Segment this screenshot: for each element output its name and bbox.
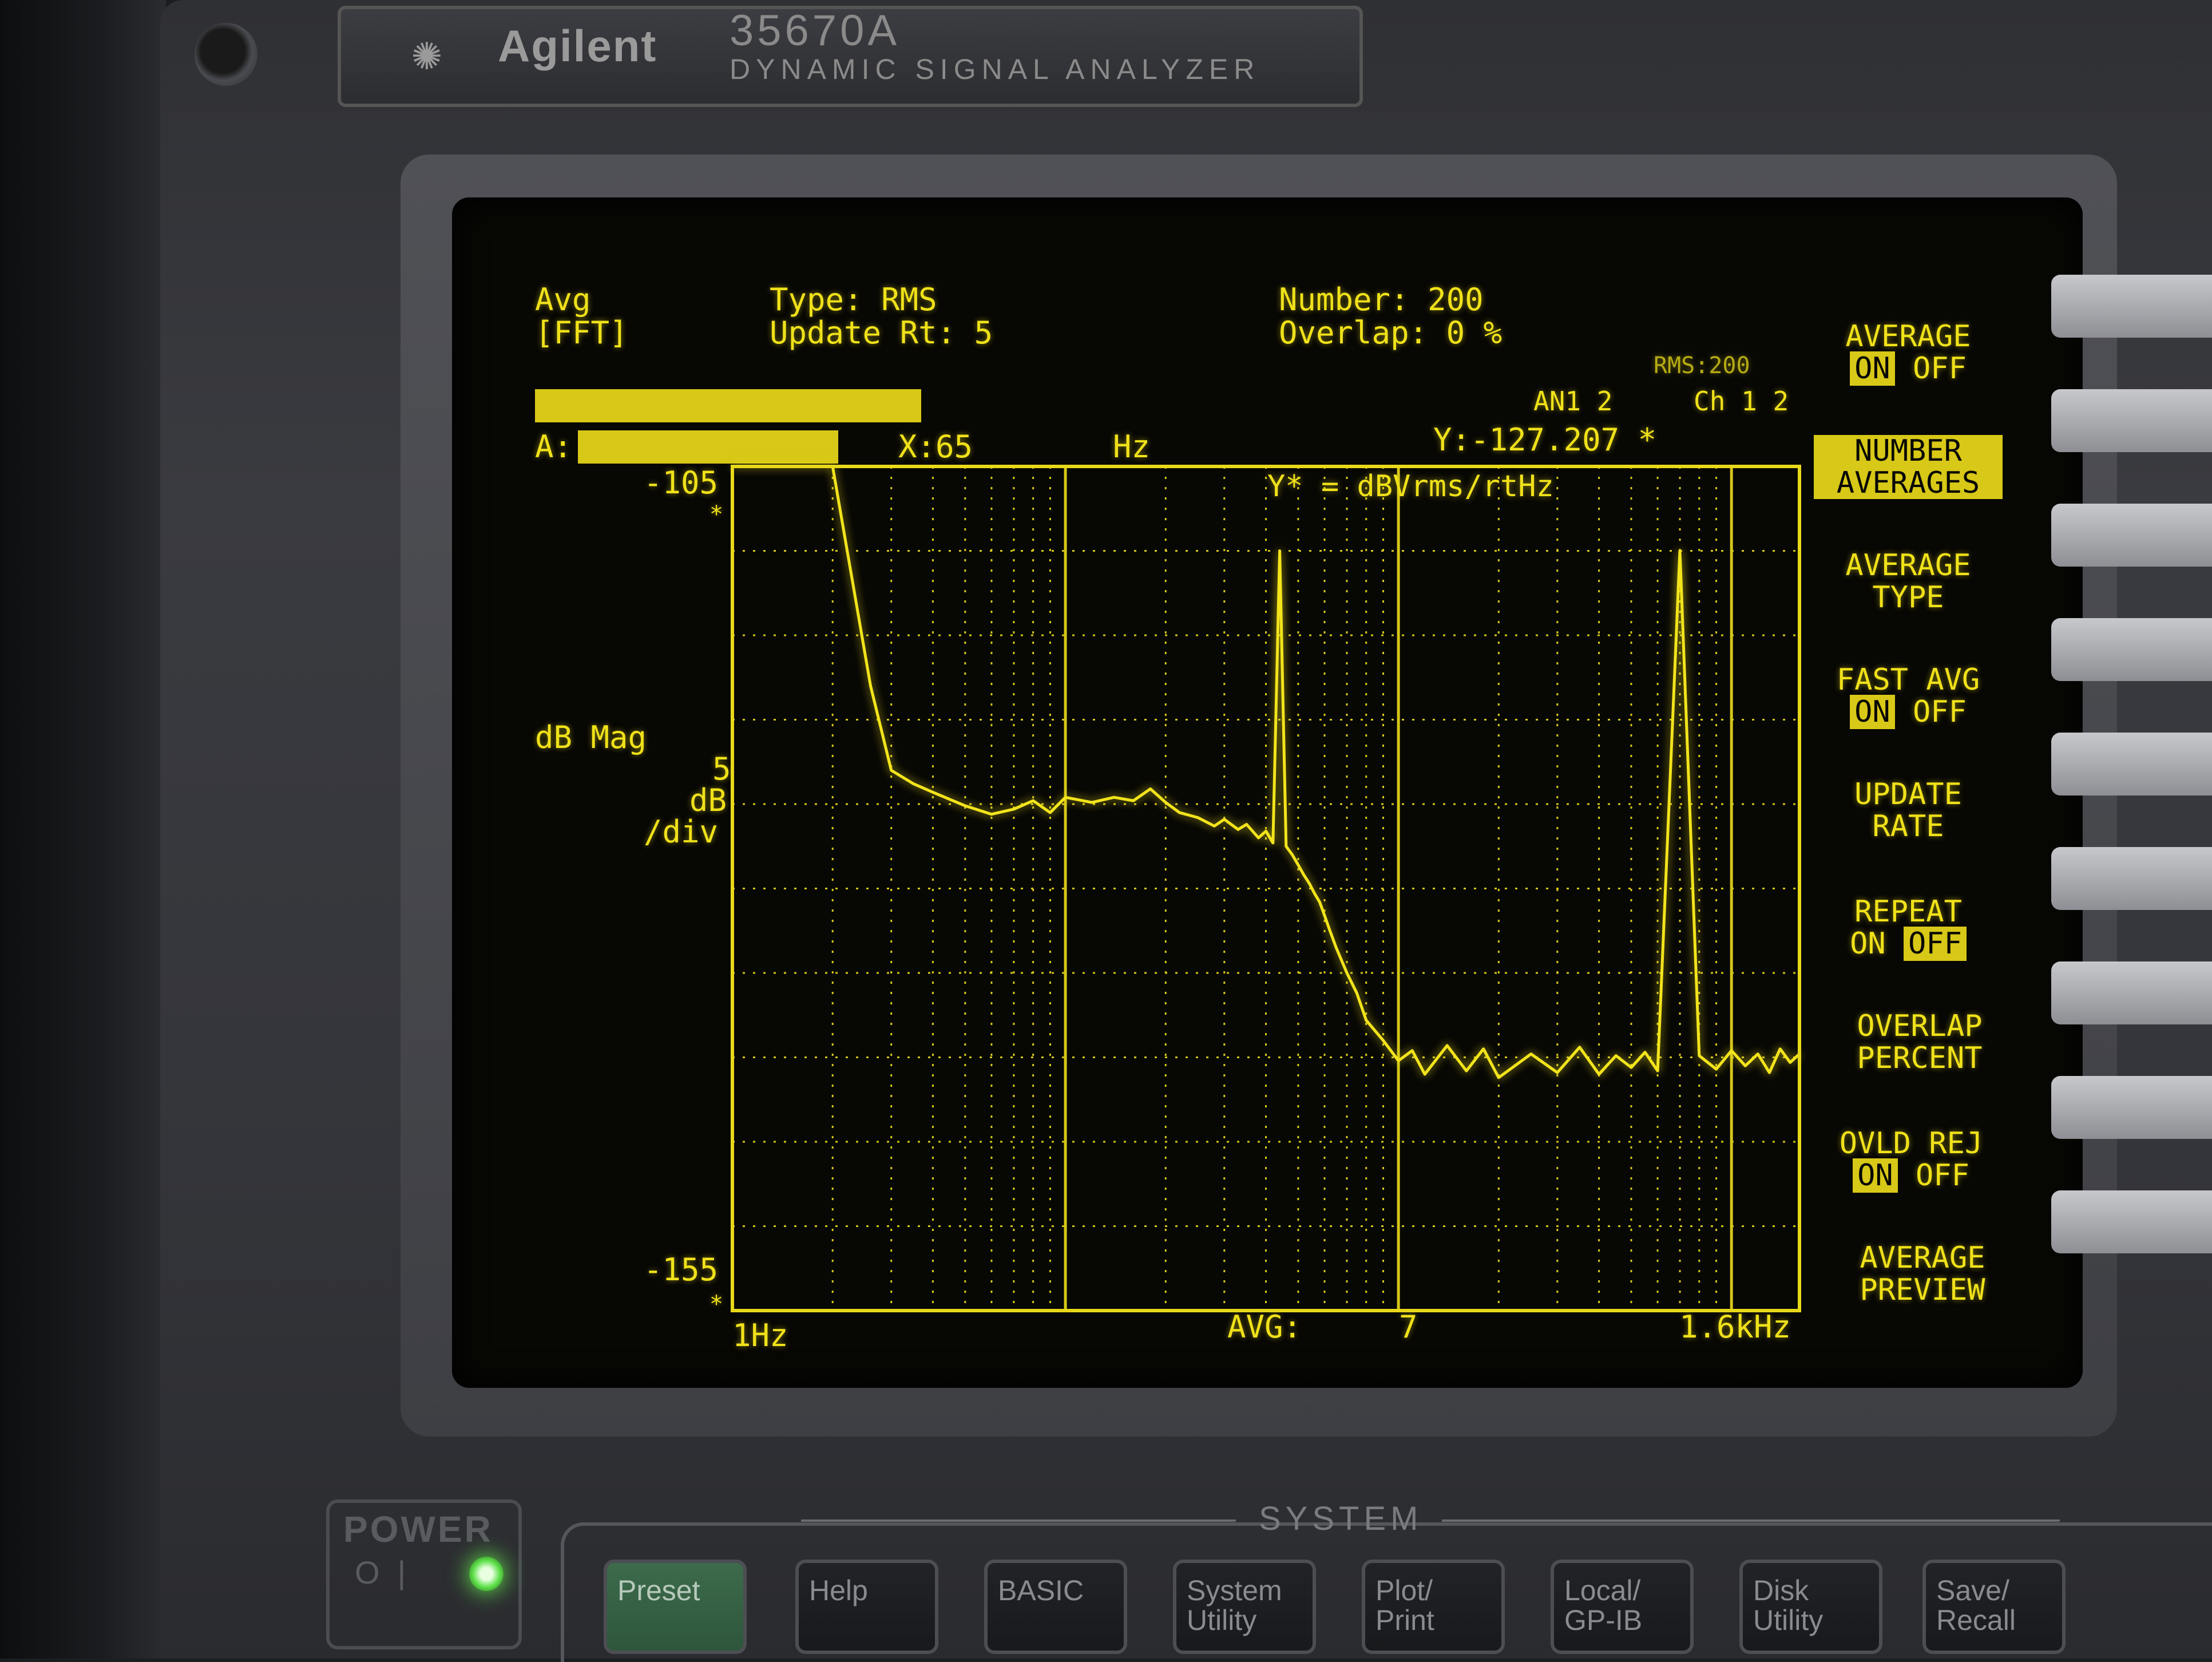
y-div-value: 5 [712, 751, 731, 787]
softkey-average-preview[interactable]: AVERAGE PREVIEW [1819, 1242, 2025, 1306]
avg-count-label: AVG: [1227, 1309, 1302, 1345]
softkey-hw-5[interactable] [2051, 733, 2212, 796]
softkey-hw-2[interactable] [2051, 389, 2212, 452]
softkey-fast-avg[interactable]: FAST AVG ON OFF [1805, 664, 2011, 729]
x-end-label: 1.6kHz [1679, 1309, 1791, 1345]
softkey-number-averages[interactable]: NUMBER AVERAGES [1814, 435, 2003, 499]
softkey-repeat[interactable]: REPEAT ON OFF [1805, 896, 2011, 961]
y-div-suffix: /div [644, 814, 719, 850]
channel-status: RMS:200 [1654, 353, 1750, 379]
y-bottom-value: -155 [644, 1252, 719, 1288]
avg-number-label: Number: 200 [1279, 282, 1484, 318]
plot-print-button[interactable]: Plot/Print [1362, 1560, 1505, 1654]
channel-info-b: Ch 1 2 [1694, 386, 1789, 417]
mode-sub-label: [FFT] [535, 315, 628, 351]
softkey-hw-4[interactable] [2051, 618, 2212, 681]
power-label: POWER [343, 1509, 493, 1550]
trace-label: A: [535, 429, 573, 465]
softkey-hw-7[interactable] [2051, 961, 2212, 1024]
system-label: SYSTEM [1259, 1500, 1423, 1537]
overlap-label: Overlap: 0 % [1279, 315, 1503, 351]
softkey-hw-3[interactable] [2051, 504, 2212, 567]
help-button[interactable]: Help [795, 1560, 938, 1654]
y-bottom-star: * [709, 1291, 724, 1317]
brand-name: Agilent [498, 21, 657, 71]
trace-channel-highlight [578, 430, 838, 464]
softkey-ovld-rej[interactable]: OVLD REJ ON OFF [1808, 1127, 2014, 1193]
system-divider-right [1442, 1519, 2060, 1522]
average-on-state: ON [1850, 351, 1895, 386]
marker-x-readout: X:65 [898, 429, 973, 465]
avg-count-value: 7 [1399, 1309, 1418, 1345]
basic-button[interactable]: BASIC [984, 1560, 1127, 1654]
avg-type-label: Type: RMS [770, 282, 937, 318]
spectrum-trace-0 [732, 465, 1801, 1079]
model-number: 35670A [730, 6, 901, 55]
y-scale-label: dB Mag [535, 719, 647, 755]
x-start-label: 1Hz [732, 1317, 788, 1354]
screw-icon [195, 23, 257, 86]
ovld-rej-on-state: ON [1853, 1158, 1898, 1193]
y-div-unit: dB [689, 782, 727, 818]
softkey-hw-1[interactable] [2051, 275, 2212, 338]
trace-title-bar [535, 389, 921, 422]
softkey-hw-8[interactable] [2051, 1076, 2212, 1139]
softkey-average-type[interactable]: AVERAGE TYPE [1805, 549, 2011, 614]
update-rate-label: Update Rt: 5 [770, 315, 993, 351]
system-divider-left [801, 1519, 1236, 1522]
softkey-hw-6[interactable] [2051, 847, 2212, 910]
local-gpib-button[interactable]: Local/GP-IB [1551, 1560, 1694, 1654]
disk-utility-button[interactable]: Disk Utility [1739, 1560, 1882, 1654]
softkey-hw-9[interactable] [2051, 1190, 2212, 1253]
instrument-left-edge [0, 0, 166, 1659]
spectrum-plot: Y* = dBVrms/rtHz [731, 465, 1801, 1312]
softkey-average[interactable]: AVERAGE ON OFF [1805, 320, 2011, 386]
y-unit-annotation: Y* = dBVrms/rtHz [1267, 469, 1554, 504]
agilent-spark-logo-icon: ✺ [412, 24, 442, 81]
preset-button[interactable]: Preset [604, 1560, 747, 1654]
mode-label: Avg [535, 282, 591, 318]
softkey-overlap-percent[interactable]: OVERLAP PERCENT [1817, 1010, 2023, 1074]
system-utility-button[interactable]: System Utility [1173, 1560, 1316, 1654]
y-top-star: * [709, 501, 724, 528]
instrument-subtitle: DYNAMIC SIGNAL ANALYZER [730, 53, 1260, 85]
marker-x-unit: Hz [1113, 429, 1151, 465]
power-symbols: O | [355, 1554, 406, 1590]
power-led-icon [469, 1557, 504, 1591]
channel-info-a: AN1 2 [1533, 386, 1613, 417]
repeat-off-state: OFF [1904, 927, 1967, 961]
save-recall-button[interactable]: Save/Recall [1922, 1560, 2066, 1654]
fast-avg-on-state: ON [1850, 695, 1895, 729]
y-top-value: -105 [644, 465, 719, 501]
marker-y-readout: Y:-127.207 * [1433, 422, 1657, 458]
softkey-update-rate[interactable]: UPDATE RATE [1805, 778, 2011, 842]
